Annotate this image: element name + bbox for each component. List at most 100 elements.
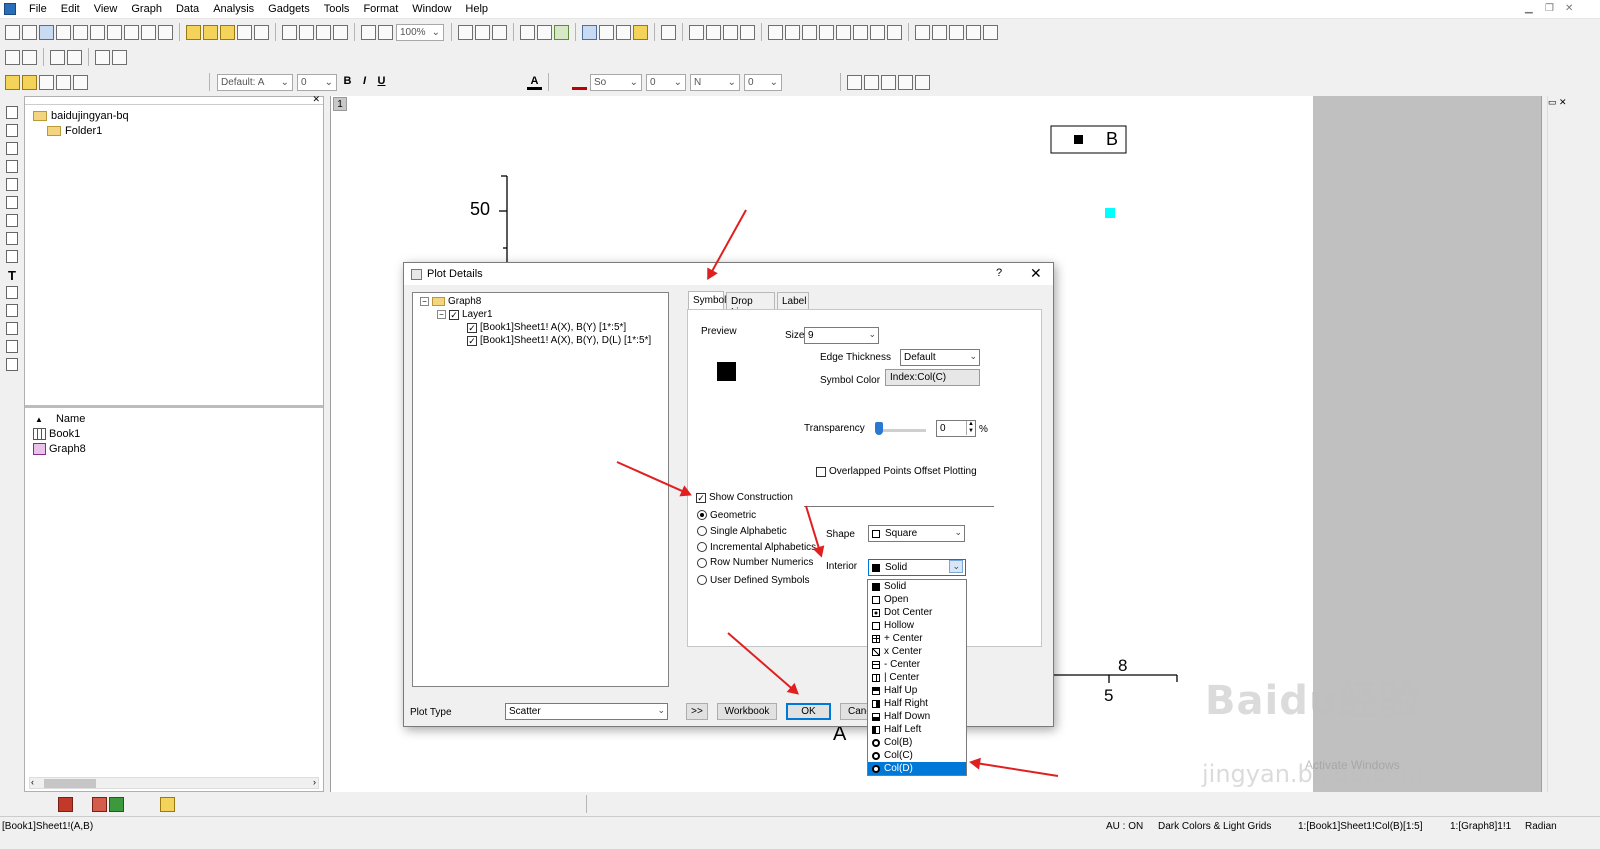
arrow-end-icon[interactable] — [112, 49, 127, 65]
window-controls[interactable]: ▭ ✕ — [1548, 97, 1567, 108]
chevron-down-icon[interactable]: ⌄ — [949, 560, 963, 573]
file-graph8[interactable]: Graph8 — [33, 443, 86, 455]
fill-color-icon[interactable] — [555, 75, 570, 90]
collapse-icon[interactable]: − — [420, 297, 429, 306]
add-scale-icon[interactable] — [887, 24, 902, 40]
minimize-icon[interactable]: ▁ — [1525, 3, 1533, 14]
add-axis-right-icon[interactable] — [819, 24, 834, 40]
more-button[interactable]: >> — [686, 703, 708, 720]
interior-option-minus-center[interactable]: - Center — [868, 658, 966, 671]
distribute-icon[interactable] — [881, 74, 896, 90]
3d-surface-icon[interactable] — [497, 797, 512, 812]
script-window-icon[interactable] — [520, 24, 535, 40]
zoom-select[interactable]: 100% ⌄ — [396, 23, 444, 41]
move-down-icon[interactable] — [22, 49, 37, 65]
show-construction-checkbox[interactable]: ✓ — [696, 492, 706, 503]
italic-icon[interactable]: I — [357, 75, 372, 90]
layer-checkbox[interactable]: ✓ — [449, 309, 459, 320]
menu-file[interactable]: File — [22, 3, 54, 15]
add-colorscale-icon[interactable] — [949, 24, 964, 40]
text-tool-icon[interactable]: T — [6, 268, 18, 283]
lock-icon[interactable] — [915, 74, 930, 90]
interior-option-open[interactable]: Open — [868, 593, 966, 606]
arrow-tool-icon[interactable] — [6, 286, 18, 299]
move-right-icon[interactable] — [50, 49, 65, 65]
bring-front-icon[interactable] — [695, 797, 710, 812]
screen-reader-icon[interactable] — [6, 178, 18, 191]
plot1-checkbox[interactable]: ✓ — [467, 322, 477, 333]
box-plot-icon[interactable] — [143, 797, 158, 812]
theme-icon[interactable] — [22, 74, 37, 90]
help-button[interactable]: ? — [996, 267, 1002, 279]
cancel-button[interactable]: Cancel — [840, 703, 868, 720]
tree-plot-1[interactable]: ✓ [Book1]Sheet1! A(X), B(Y) [1*:5*] — [467, 322, 626, 333]
transparency-input[interactable]: 0 ▲ ▼ — [936, 420, 976, 437]
new-graph-icon[interactable] — [39, 24, 54, 40]
align-left-icon[interactable] — [593, 797, 608, 812]
zoom-in-icon[interactable] — [6, 124, 18, 137]
chevron-right-icon[interactable]: › — [313, 777, 316, 787]
vertical-scrollbar[interactable] — [1547, 96, 1563, 792]
tab-drop-lines[interactable]: Drop Lines — [726, 292, 775, 318]
font-color-icon[interactable]: A — [527, 75, 542, 90]
shape-select[interactable]: Square ⌄ — [868, 525, 965, 542]
tab-symbol[interactable]: Symbol — [688, 291, 726, 309]
arrange-layers-icon[interactable] — [740, 24, 755, 40]
radio-incremental-alphabetics[interactable] — [697, 542, 707, 552]
add-grid-icon[interactable] — [983, 24, 998, 40]
menu-format[interactable]: Format — [356, 3, 405, 15]
smart-hint-icon[interactable] — [633, 24, 648, 40]
save-project-icon[interactable] — [237, 24, 252, 40]
add-axis-top-icon[interactable] — [785, 24, 800, 40]
move-end-icon[interactable] — [67, 49, 82, 65]
new-3d-icon[interactable] — [124, 24, 139, 40]
pattern-icon[interactable] — [785, 75, 800, 90]
rectangle-tool-icon[interactable] — [6, 322, 18, 335]
results-log-icon[interactable] — [599, 24, 614, 40]
menu-window[interactable]: Window — [405, 3, 458, 15]
menu-help[interactable]: Help — [458, 3, 495, 15]
paste-format-icon[interactable] — [56, 74, 71, 90]
new-notes-icon[interactable] — [73, 24, 88, 40]
tab-label[interactable]: Label — [777, 292, 809, 309]
add-map-icon[interactable] — [870, 24, 885, 40]
import-multiple-icon[interactable] — [299, 24, 314, 40]
interior-option-half-up[interactable]: Half Up — [868, 684, 966, 697]
folder-subfolder[interactable]: Folder1 — [47, 125, 102, 137]
radio-user-defined[interactable] — [697, 575, 707, 585]
size-select[interactable]: 9 ⌄ — [804, 327, 879, 344]
tree-root[interactable]: − Graph8 — [420, 296, 481, 307]
underline-icon[interactable]: U — [374, 75, 389, 90]
line-style-select[interactable]: So ⌄ — [590, 73, 642, 91]
new-workbook-icon[interactable] — [22, 24, 37, 40]
add-table-icon[interactable] — [915, 24, 930, 40]
new-script-icon[interactable] — [158, 24, 173, 40]
equal-icon[interactable] — [898, 74, 913, 90]
menu-analysis[interactable]: Analysis — [206, 3, 261, 15]
recalculate-icon[interactable] — [333, 24, 348, 40]
border-icon[interactable] — [802, 75, 817, 90]
zoom-out-icon[interactable] — [6, 142, 18, 155]
align-center-icon[interactable] — [661, 797, 676, 812]
merge-cells-icon[interactable] — [847, 74, 862, 90]
plot-type-select[interactable]: Scatter ⌄ — [505, 703, 668, 720]
menu-edit[interactable]: Edit — [54, 3, 87, 15]
add-date-icon[interactable] — [966, 24, 981, 40]
data-point[interactable] — [1105, 208, 1115, 218]
chevron-left-icon[interactable]: ‹ — [31, 777, 34, 787]
interior-option-bar-center[interactable]: | Center — [868, 671, 966, 684]
edge-thickness-select[interactable]: Default ⌄ — [900, 349, 980, 366]
new-layer-icon[interactable] — [706, 24, 721, 40]
theme-organizer-icon[interactable] — [73, 74, 88, 90]
font-size-select[interactable]: 0 ⌄ — [297, 73, 337, 91]
interior-option-col-d[interactable]: Col(D) — [868, 762, 966, 775]
radio-single-alphabetic[interactable] — [697, 526, 707, 536]
column-plot-icon[interactable] — [58, 796, 73, 812]
add-box-icon[interactable] — [853, 24, 868, 40]
menu-gadgets[interactable]: Gadgets — [261, 3, 317, 15]
open-template-icon[interactable] — [203, 24, 218, 40]
name-column-header[interactable]: ▲ Name — [35, 413, 85, 425]
draw-data-icon[interactable] — [6, 250, 18, 263]
menu-view[interactable]: View — [87, 3, 125, 15]
image-plot-icon[interactable] — [565, 797, 580, 812]
